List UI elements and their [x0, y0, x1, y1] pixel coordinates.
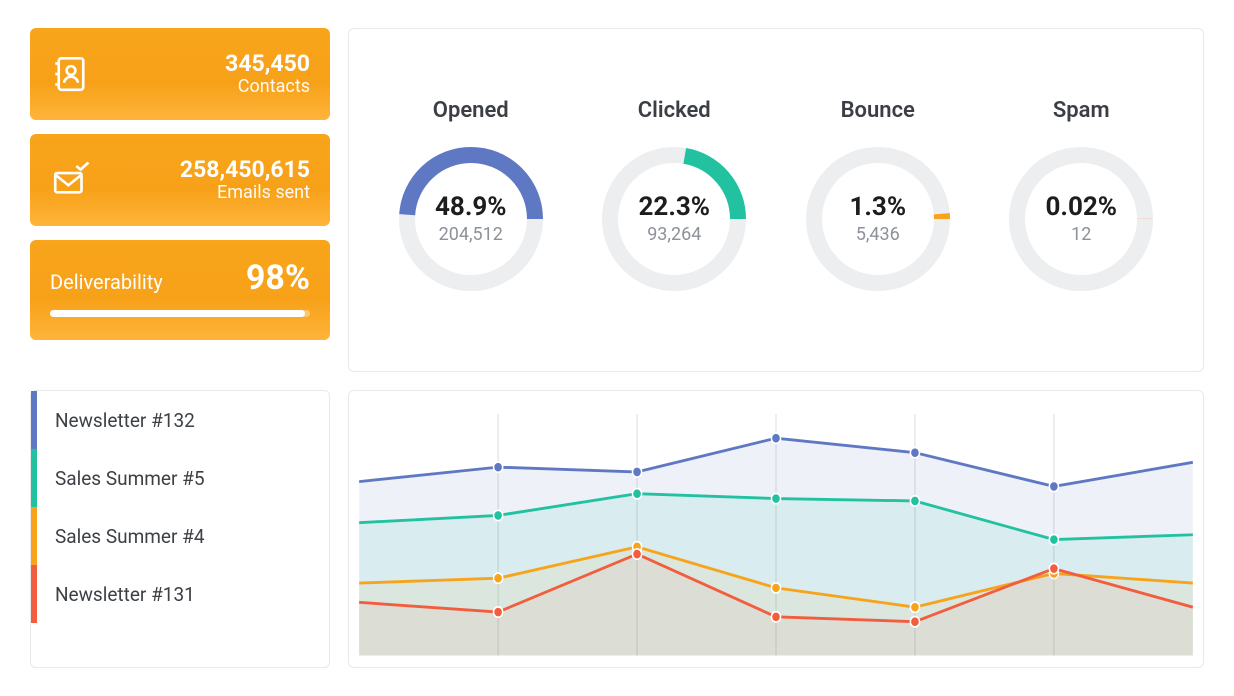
gauge-count-spam: 12	[1071, 224, 1091, 245]
chart-point	[494, 462, 503, 472]
legend-label: Newsletter #132	[55, 409, 195, 432]
gauge-count-bounce: 5,436	[856, 224, 900, 245]
chart-point	[1049, 481, 1058, 491]
mail-sent-icon	[50, 159, 92, 201]
gauge-opened[interactable]: Opened 48.9% 204,512	[391, 98, 551, 299]
chart-point	[632, 467, 641, 477]
gauge-donut-bounce: 1.3% 5,436	[798, 139, 958, 299]
legend-label: Sales Summer #5	[55, 467, 205, 490]
chart-point	[494, 607, 503, 617]
legend-item[interactable]: Sales Summer #4	[31, 507, 329, 565]
chart-point	[632, 489, 641, 499]
gauge-title-clicked: Clicked	[638, 98, 711, 123]
contacts-label: Contacts	[225, 76, 310, 97]
deliverability-label: Deliverability	[50, 270, 163, 294]
legend-item[interactable]: Newsletter #131	[31, 565, 329, 623]
legend-label: Newsletter #131	[55, 583, 195, 606]
gauge-percent-spam: 0.02%	[1045, 192, 1117, 222]
metrics-panel: Opened 48.9% 204,512 Clicked 22.3% 93,26…	[348, 28, 1204, 372]
chart-point	[771, 433, 780, 443]
chart-point	[632, 549, 641, 559]
contacts-icon	[50, 53, 92, 95]
chart-point	[910, 496, 919, 506]
gauge-percent-bounce: 1.3%	[849, 192, 906, 222]
deliverability-bar-fill	[50, 310, 305, 317]
deliverability-card[interactable]: Deliverability 98%	[30, 240, 330, 340]
chart-point	[771, 612, 780, 622]
chart-point	[1049, 534, 1058, 544]
chart-point	[1049, 563, 1058, 573]
emails-label: Emails sent	[180, 182, 310, 203]
chart-point	[494, 573, 503, 583]
legend-label: Sales Summer #4	[55, 525, 205, 548]
legend-swatch	[31, 565, 37, 623]
gauge-spam[interactable]: Spam 0.02% 12	[1001, 98, 1161, 299]
chart-point	[494, 510, 503, 520]
gauge-percent-opened: 48.9%	[435, 192, 507, 222]
chart-point	[910, 602, 919, 612]
legend-item[interactable]: Sales Summer #5	[31, 449, 329, 507]
trend-chart	[348, 390, 1204, 668]
gauge-title-bounce: Bounce	[841, 98, 915, 123]
chart-point	[771, 583, 780, 593]
legend-swatch	[31, 449, 37, 507]
contacts-card[interactable]: 345,450 Contacts	[30, 28, 330, 120]
gauge-title-opened: Opened	[433, 98, 509, 123]
emails-value: 258,450,615	[180, 157, 310, 182]
gauge-count-clicked: 93,264	[647, 224, 701, 245]
chart-point	[771, 493, 780, 503]
gauge-percent-clicked: 22.3%	[638, 192, 710, 222]
gauge-donut-spam: 0.02% 12	[1001, 139, 1161, 299]
gauge-count-opened: 204,512	[439, 224, 503, 245]
legend-swatch	[31, 391, 37, 449]
legend-swatch	[31, 507, 37, 565]
gauge-title-spam: Spam	[1053, 98, 1110, 123]
gauge-bounce[interactable]: Bounce 1.3% 5,436	[798, 98, 958, 299]
deliverability-bar	[50, 310, 310, 317]
gauge-donut-clicked: 22.3% 93,264	[594, 139, 754, 299]
gauge-clicked[interactable]: Clicked 22.3% 93,264	[594, 98, 754, 299]
gauge-donut-opened: 48.9% 204,512	[391, 139, 551, 299]
emails-sent-card[interactable]: 258,450,615 Emails sent	[30, 134, 330, 226]
chart-point	[910, 617, 919, 627]
deliverability-value: 98%	[246, 258, 310, 298]
chart-point	[910, 447, 919, 457]
campaign-legend: Newsletter #132 Sales Summer #5 Sales Su…	[30, 390, 330, 668]
summary-cards: 345,450 Contacts 258,450,615 Emails sent…	[30, 28, 330, 372]
contacts-value: 345,450	[225, 51, 310, 76]
legend-item[interactable]: Newsletter #132	[31, 391, 329, 449]
